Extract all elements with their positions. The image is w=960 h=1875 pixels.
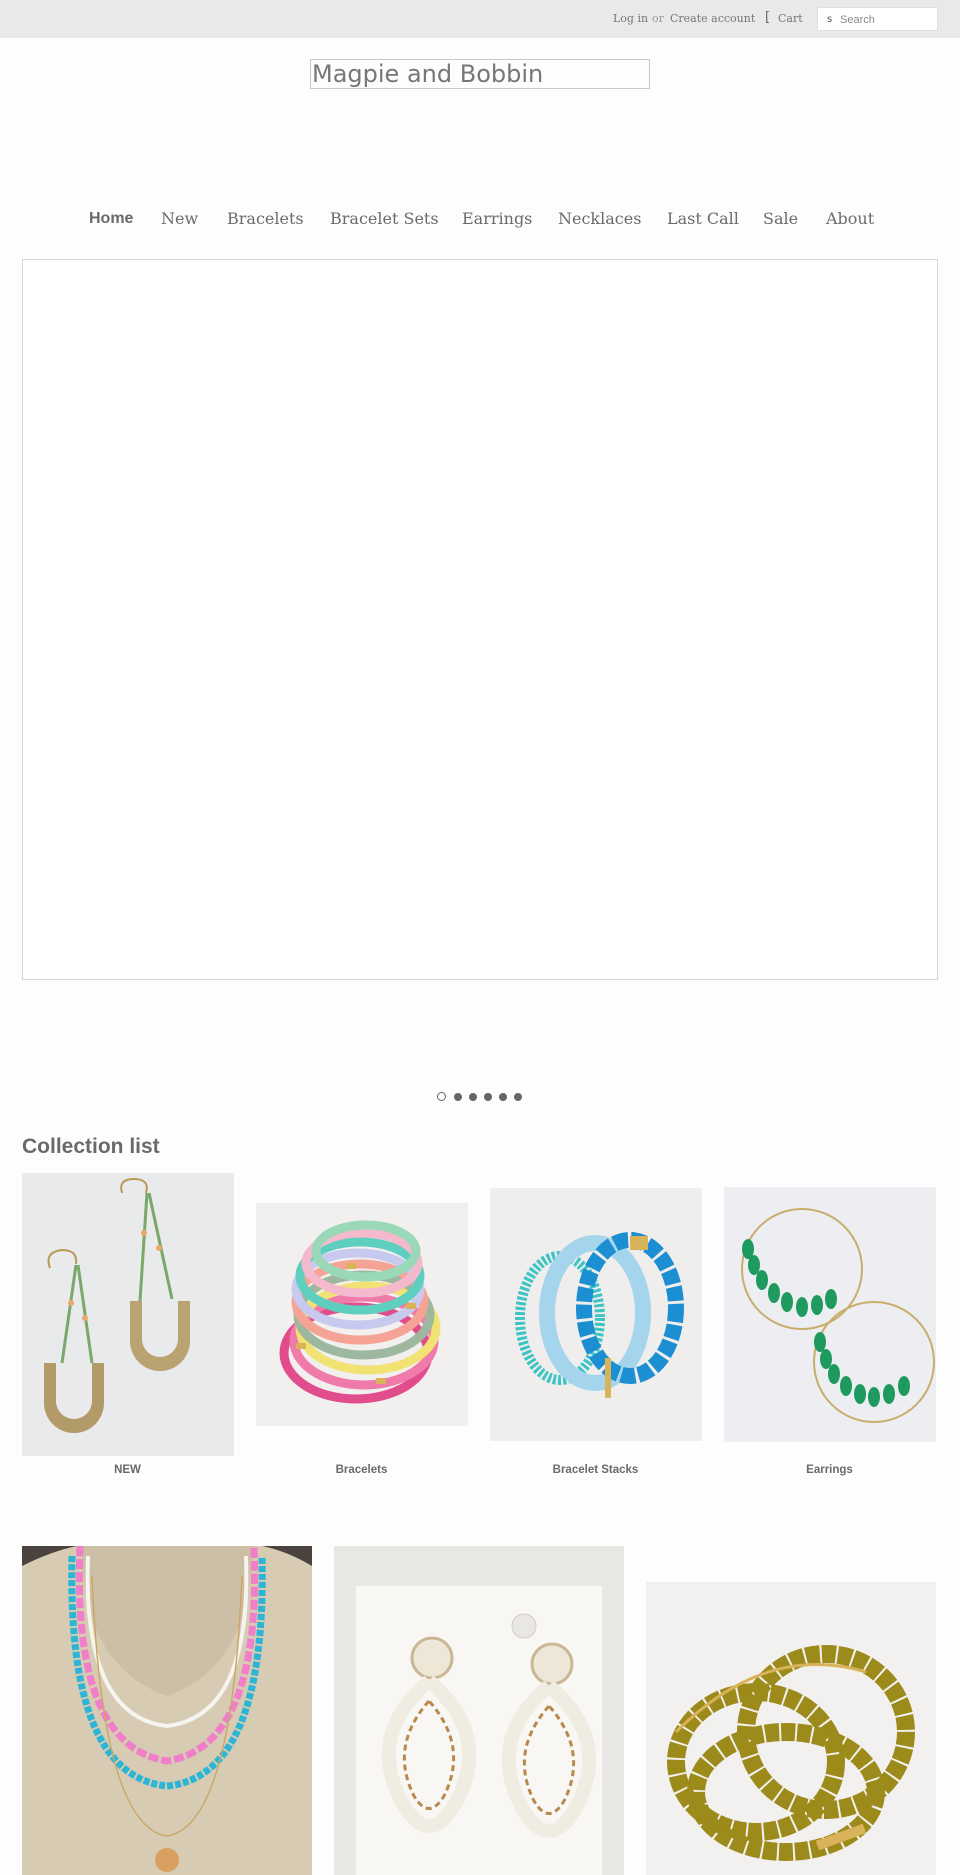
blue-bracelet-stack-photo (490, 1188, 702, 1441)
slide-dot-6[interactable] (514, 1093, 522, 1101)
green-bead-hoop-earrings-photo (724, 1187, 936, 1442)
or-separator: or (652, 12, 664, 25)
olive-glass-bead-bracelets-photo (646, 1582, 936, 1875)
stacked-tube-bracelets-photo (256, 1203, 468, 1426)
collection-card-new-image[interactable] (22, 1173, 234, 1456)
collection-card-bracelets-label[interactable]: Bracelets (256, 1464, 467, 1476)
search-input[interactable] (840, 11, 934, 28)
gold-arch-earrings-photo (22, 1173, 234, 1456)
nav-item-earrings[interactable]: Earrings (462, 209, 532, 228)
main-nav: Home New Bracelets Bracelet Sets Earring… (0, 209, 960, 233)
collection-card-olive-bracelets-image[interactable] (646, 1582, 936, 1875)
collection-card-bracelet-stacks-label[interactable]: Bracelet Stacks (490, 1464, 701, 1476)
nav-item-bracelet-sets[interactable]: Bracelet Sets (330, 209, 439, 228)
collection-list-title: Collection list (22, 1135, 160, 1158)
slide-dot-2[interactable] (454, 1093, 462, 1101)
create-account-link[interactable]: Create account (670, 12, 755, 25)
layered-pink-blue-necklaces-photo (22, 1546, 312, 1875)
collection-card-earrings-label[interactable]: Earrings (724, 1464, 935, 1476)
site-logo[interactable]: Magpie and Bobbin (310, 59, 650, 89)
hero-slideshow[interactable] (22, 259, 938, 980)
top-bar: Log in or Create account [ Cart s (0, 0, 960, 38)
collection-card-statement-earrings-image[interactable] (334, 1546, 624, 1875)
white-beaded-statement-earrings-photo (334, 1546, 624, 1875)
search-icon[interactable]: s (827, 14, 832, 25)
nav-item-last-call[interactable]: Last Call (667, 209, 739, 228)
nav-item-home[interactable]: Home (89, 210, 133, 228)
collection-card-earrings-image[interactable] (724, 1187, 936, 1442)
nav-item-new[interactable]: New (161, 209, 198, 228)
collection-card-bracelet-stacks-image[interactable] (490, 1188, 702, 1441)
login-link[interactable]: Log in (613, 12, 648, 25)
collection-card-new-label[interactable]: NEW (22, 1464, 233, 1476)
slide-dot-5[interactable] (499, 1093, 507, 1101)
nav-item-sale[interactable]: Sale (763, 209, 798, 228)
collection-card-necklaces-image[interactable] (22, 1546, 312, 1875)
cart-icon[interactable]: [ (765, 10, 770, 25)
search-box[interactable]: s (817, 7, 938, 31)
nav-item-bracelets[interactable]: Bracelets (227, 209, 304, 228)
nav-item-necklaces[interactable]: Necklaces (558, 209, 641, 228)
slide-dot-1[interactable] (437, 1092, 446, 1101)
cart-link[interactable]: Cart (778, 12, 803, 25)
slide-dot-4[interactable] (484, 1093, 492, 1101)
slide-dot-3[interactable] (469, 1093, 477, 1101)
collection-card-bracelets-image[interactable] (256, 1203, 468, 1426)
nav-item-about[interactable]: About (826, 209, 874, 228)
